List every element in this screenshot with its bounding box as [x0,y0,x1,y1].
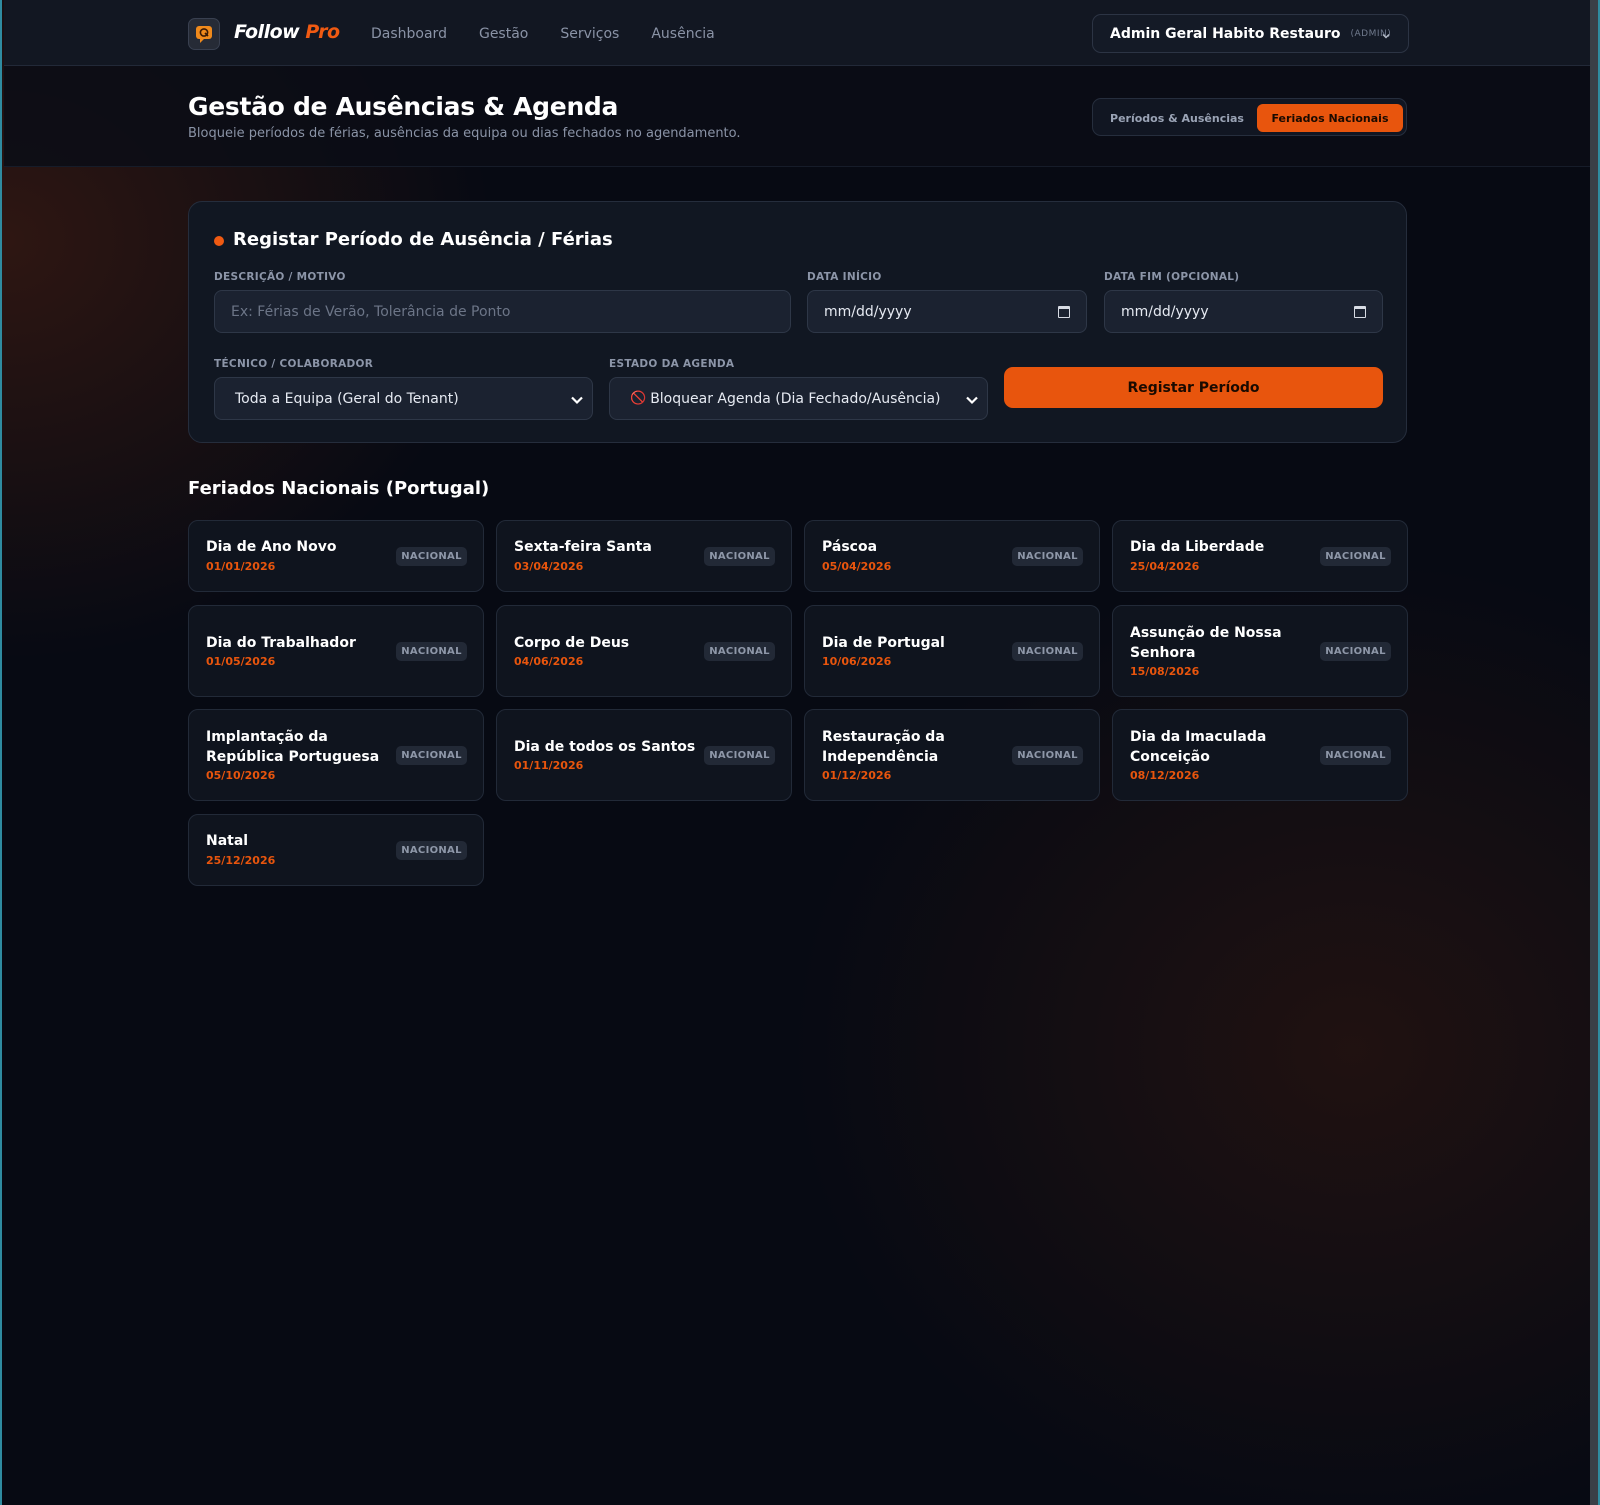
holiday-card: Dia do Trabalhador 01/05/2026 NACIONAL [188,605,484,697]
holiday-card: Dia de todos os Santos 01/11/2026 NACION… [496,709,792,801]
holiday-date: 25/12/2026 [206,854,276,867]
status-dot-icon [214,236,224,246]
holiday-type-badge: NACIONAL [1320,547,1391,566]
holiday-date: 01/11/2026 [514,759,584,772]
holiday-date: 01/01/2026 [206,560,276,573]
page-title: Gestão de Ausências & Agenda [188,92,619,121]
holiday-type-badge: NACIONAL [396,547,467,566]
holiday-name: Dia de Ano Novo [206,539,337,555]
tab-feriados-nacionais[interactable]: Feriados Nacionais [1257,104,1403,132]
holiday-card: Páscoa 05/04/2026 NACIONAL [804,520,1100,592]
brand-name-accent: Pro [305,21,340,43]
holiday-date: 15/08/2026 [1130,665,1200,678]
end-date-value: mm/dd/yyyy [1121,303,1209,320]
user-name: Admin Geral Habito Restauro [1110,25,1341,42]
holidays-section-title: Feriados Nacionais (Portugal) [188,478,490,499]
nav-item-gestao[interactable]: Gestão [479,26,528,42]
holiday-name: Natal [206,833,249,849]
description-input[interactable]: Ex: Férias de Verão, Tolerância de Ponto [214,290,791,333]
top-navbar: Follow Pro Dashboard Gestão Serviços Aus… [4,0,1592,66]
tab-periodos-ausencias[interactable]: Períodos & Ausências [1103,104,1251,132]
holiday-date: 05/04/2026 [822,560,892,573]
holiday-name: Assunção de Nossa Senhora [1130,625,1282,661]
technician-label: TÉCNICO / COLABORADOR [214,358,374,370]
holiday-type-badge: NACIONAL [1012,746,1083,765]
holiday-type-badge: NACIONAL [704,547,775,566]
start-date-input[interactable]: mm/dd/yyyy [807,290,1087,333]
app-window: Follow Pro Dashboard Gestão Serviços Aus… [0,0,1600,1505]
holiday-date: 25/04/2026 [1130,560,1200,573]
holiday-card: Assunção de Nossa Senhora 15/08/2026 NAC… [1112,605,1408,697]
view-tabs: Períodos & Ausências Feriados Nacionais [1092,98,1407,136]
start-date-label: DATA INÍCIO [807,271,882,283]
form-title: Registar Período de Ausência / Férias [233,229,613,250]
holiday-date: 01/12/2026 [822,769,892,782]
holiday-card: Implantação da República Portuguesa 05/1… [188,709,484,801]
technician-select[interactable]: Toda a Equipa (Geral do Tenant) [214,377,593,420]
holiday-name: Dia de Portugal [822,635,945,651]
holiday-card: Restauração da Independência 01/12/2026 … [804,709,1100,801]
start-date-value: mm/dd/yyyy [824,303,912,320]
holiday-card: Corpo de Deus 04/06/2026 NACIONAL [496,605,792,697]
holiday-card: Dia de Portugal 10/06/2026 NACIONAL [804,605,1100,697]
description-label: DESCRIÇÃO / MOTIVO [214,271,346,283]
holiday-card: Dia da Liberdade 25/04/2026 NACIONAL [1112,520,1408,592]
holiday-card: Dia da Imaculada Conceição 08/12/2026 NA… [1112,709,1408,801]
holiday-type-badge: NACIONAL [396,841,467,860]
holiday-type-badge: NACIONAL [704,642,775,661]
holiday-date: 10/06/2026 [822,655,892,668]
holiday-type-badge: NACIONAL [1320,746,1391,765]
holiday-card: Sexta-feira Santa 03/04/2026 NACIONAL [496,520,792,592]
calendar-icon[interactable] [1354,306,1366,318]
holiday-type-badge: NACIONAL [1012,642,1083,661]
end-date-input[interactable]: mm/dd/yyyy [1104,290,1383,333]
holiday-date: 03/04/2026 [514,560,584,573]
calendar-icon[interactable] [1058,306,1070,318]
technician-value: Toda a Equipa (Geral do Tenant) [235,390,459,407]
end-date-label: DATA FIM (OPCIONAL) [1104,271,1240,283]
register-period-button[interactable]: Registar Período [1004,367,1383,408]
holiday-date: 05/10/2026 [206,769,276,782]
holiday-card: Natal 25/12/2026 NACIONAL [188,814,484,886]
holiday-type-badge: NACIONAL [396,746,467,765]
holiday-name: Dia do Trabalhador [206,635,356,651]
holiday-name: Páscoa [822,539,878,555]
holiday-name: Corpo de Deus [514,635,630,651]
main-nav: Dashboard Gestão Serviços Ausência [371,26,715,42]
chevron-down-icon [965,394,979,410]
holiday-type-badge: NACIONAL [704,746,775,765]
holiday-date: 04/06/2026 [514,655,584,668]
agenda-state-select[interactable]: 🚫 Bloquear Agenda (Dia Fechado/Ausência) [609,377,988,420]
brand-name[interactable]: Follow Pro [234,21,340,43]
nav-item-ausencia[interactable]: Ausência [651,26,714,42]
nav-item-dashboard[interactable]: Dashboard [371,26,447,42]
chevron-down-icon [570,394,584,410]
holiday-name: Dia da Liberdade [1130,539,1265,555]
brand-logo-icon[interactable] [188,18,220,50]
user-menu-button[interactable]: Admin Geral Habito Restauro (ADMIN) [1092,14,1409,53]
brand-name-primary: Follow [234,21,300,43]
chevron-down-icon [1380,27,1392,46]
holiday-type-badge: NACIONAL [396,642,467,661]
holiday-date: 01/05/2026 [206,655,276,668]
holiday-name: Restauração da Independência [822,729,945,765]
page-subtitle: Bloqueie períodos de férias, ausências d… [188,126,741,141]
holiday-name: Implantação da República Portuguesa [206,729,380,765]
holiday-name: Sexta-feira Santa [514,539,652,555]
holiday-name: Dia da Imaculada Conceição [1130,729,1267,765]
holiday-date: 08/12/2026 [1130,769,1200,782]
nav-item-servicos[interactable]: Serviços [560,26,619,42]
holiday-type-badge: NACIONAL [1320,642,1391,661]
agenda-state-value: Bloquear Agenda (Dia Fechado/Ausência) [650,390,941,407]
holiday-name: Dia de todos os Santos [514,739,696,755]
window-scrollbar[interactable] [1590,0,1598,1505]
holiday-type-badge: NACIONAL [1012,547,1083,566]
agenda-state-label: ESTADO DA AGENDA [609,358,735,370]
holiday-card: Dia de Ano Novo 01/01/2026 NACIONAL [188,520,484,592]
prohibited-icon: 🚫 [630,391,647,406]
